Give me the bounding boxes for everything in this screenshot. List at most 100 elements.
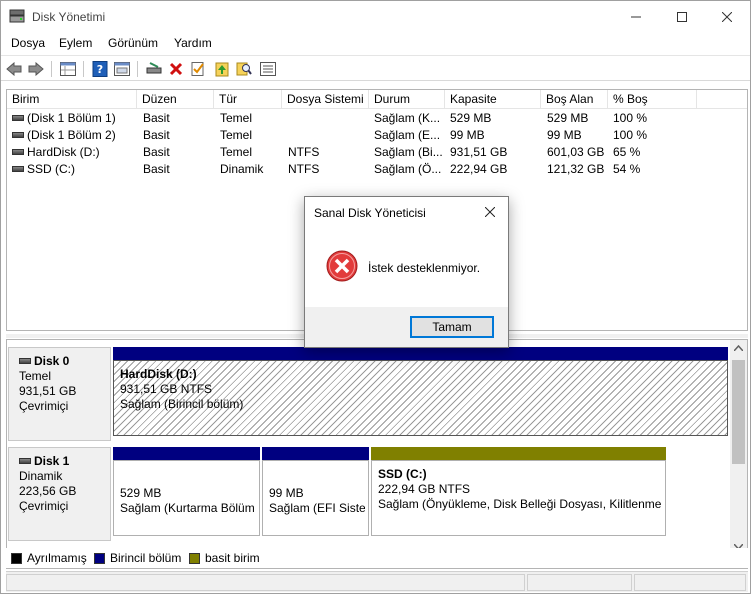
check-button[interactable]	[189, 60, 207, 78]
menu-eylem[interactable]: Eylem	[59, 36, 92, 50]
legend-label: basit birim	[205, 551, 260, 565]
dialog-title: Sanal Disk Yöneticisi	[314, 206, 426, 220]
cell-dosya-sistemi: NTFS	[288, 145, 320, 159]
disk-size: 223,56 GB	[19, 484, 77, 498]
disk-label[interactable]: Disk 0 Temel 931,51 GB Çevrimiçi	[8, 347, 111, 441]
partition-block[interactable]: 529 MB Sağlam (Kurtarma Bölüm	[113, 447, 260, 537]
minimize-icon	[631, 16, 641, 17]
svg-text:?: ?	[97, 63, 103, 76]
toolbar-separator	[83, 61, 84, 77]
vertical-scrollbar[interactable]	[730, 340, 747, 568]
cell-tur: Temel	[220, 145, 253, 159]
scrollbar-thumb[interactable]	[732, 360, 745, 464]
partition-block[interactable]: 99 MB Sağlam (EFI Sister	[262, 447, 369, 537]
disk-management-app-icon	[9, 9, 25, 23]
cell-bos-alan: 99 MB	[547, 128, 582, 142]
cell-birim-text: SSD (C:)	[27, 162, 75, 176]
maximize-button[interactable]	[659, 1, 705, 32]
disk-size: 931,51 GB	[19, 384, 77, 398]
partition-color-bar	[262, 447, 369, 460]
title-bar[interactable]: Disk Yönetimi	[1, 1, 750, 32]
error-icon	[326, 250, 358, 282]
cell-yuzde-bos: 100 %	[613, 128, 648, 142]
help-button[interactable]: ?	[91, 60, 109, 78]
connect-disk-button[interactable]	[145, 60, 163, 78]
maximize-icon	[677, 11, 687, 22]
column-header-birim[interactable]: Birim	[7, 90, 137, 109]
show-pane-button[interactable]	[113, 60, 131, 78]
delete-button[interactable]	[167, 60, 185, 78]
cell-birim: HardDisk (D:)	[12, 144, 137, 161]
forward-button[interactable]	[27, 60, 45, 78]
disk-type: Dinamik	[19, 469, 63, 483]
list-icon	[260, 62, 276, 76]
scroll-up-icon[interactable]	[734, 345, 743, 351]
cell-duzen: Basit	[143, 111, 170, 125]
column-header-duzen[interactable]: Düzen	[137, 90, 214, 109]
cell-kapasite: 99 MB	[450, 128, 485, 142]
search-button[interactable]	[235, 60, 253, 78]
column-header-yuzde-bos[interactable]: % Boş	[608, 90, 697, 109]
disk-name: Disk 0	[34, 354, 70, 368]
cell-bos-alan: 121,32 GB	[547, 162, 605, 176]
partition-title: HardDisk (D:)	[120, 367, 197, 381]
table-row[interactable]: (Disk 1 Bölüm 1) Basit Temel Sağlam (K..…	[7, 110, 747, 127]
close-button[interactable]	[704, 1, 750, 32]
partition-info: 529 MB Sağlam (Kurtarma Bölüm	[117, 483, 256, 532]
dialog-content: Sanal Disk Yöneticisi İstek desteklenmiy…	[305, 197, 508, 307]
partition-size: 222,94 GB NTFS	[378, 482, 471, 496]
status-panel	[6, 574, 525, 591]
cell-birim-text: (Disk 1 Bölüm 1)	[27, 111, 116, 125]
volume-icon	[12, 132, 24, 138]
import-button[interactable]	[213, 60, 231, 78]
table-row[interactable]: SSD (C:) Basit Dinamik NTFS Sağlam (Ö...…	[7, 161, 747, 178]
column-header-kapasite[interactable]: Kapasite	[445, 90, 541, 109]
partition-block[interactable]: SSD (C:) 222,94 GB NTFS Sağlam (Önyüklem…	[371, 447, 666, 537]
legend-swatch	[94, 552, 105, 564]
list-view-button[interactable]	[259, 60, 277, 78]
back-arrow-icon	[6, 62, 22, 76]
menu-gorunum[interactable]: Görünüm	[108, 36, 158, 50]
disk-graphical-pane: Disk 0 Temel 931,51 GB Çevrimiçi HardDis…	[6, 339, 748, 569]
status-panel	[634, 574, 746, 591]
minimize-button[interactable]	[613, 1, 659, 32]
legend-bar: Ayrılmamış Birincil bölüm basit birim	[6, 548, 748, 568]
legend-label: Ayrılmamış	[27, 551, 87, 565]
menu-bar: Dosya Eylem Görünüm Yardım	[1, 33, 750, 53]
disk-type: Temel	[19, 369, 52, 383]
menu-dosya[interactable]: Dosya	[11, 36, 45, 50]
column-header-dosya-sistemi[interactable]: Dosya Sistemi	[282, 90, 369, 109]
column-header-tur[interactable]: Tür	[214, 90, 282, 109]
partition-status: Sağlam (Birincil bölüm)	[120, 397, 244, 411]
back-button[interactable]	[5, 60, 23, 78]
cell-birim-text: HardDisk (D:)	[27, 145, 100, 159]
column-header-bos-alan[interactable]: Boş Alan	[541, 90, 608, 109]
dialog-message: İstek desteklenmiyor.	[368, 261, 481, 275]
close-icon	[722, 11, 732, 22]
cell-bos-alan: 601,03 GB	[547, 145, 605, 159]
properties-button[interactable]	[59, 60, 77, 78]
partition-block[interactable]: HardDisk (D:) 931,51 GB NTFS Sağlam (Bir…	[113, 347, 728, 437]
disk-label[interactable]: Disk 1 Dinamik 223,56 GB Çevrimiçi	[8, 447, 111, 541]
legend-item: Ayrılmamış	[11, 551, 87, 565]
menu-yardim[interactable]: Yardım	[174, 36, 212, 50]
dialog-close-button[interactable]	[478, 201, 502, 223]
error-dialog: Sanal Disk Yöneticisi İstek desteklenmiy…	[304, 196, 509, 348]
partition-body: SSD (C:) 222,94 GB NTFS Sağlam (Önyüklem…	[371, 460, 666, 536]
table-row[interactable]: (Disk 1 Bölüm 2) Basit Temel Sağlam (E..…	[7, 127, 747, 144]
cell-birim: (Disk 1 Bölüm 1)	[12, 110, 137, 127]
legend-swatch	[11, 552, 22, 564]
partition-body: 529 MB Sağlam (Kurtarma Bölüm	[113, 460, 260, 536]
table-row[interactable]: HardDisk (D:) Basit Temel NTFS Sağlam (B…	[7, 144, 747, 161]
check-icon	[191, 62, 204, 76]
partition-size: 99 MB	[269, 486, 304, 500]
partition-status: Sağlam (Önyükleme, Disk Belleği Dosyası,…	[378, 497, 662, 511]
partition-color-bar	[113, 347, 728, 360]
cell-durum: Sağlam (Bi...	[374, 145, 443, 159]
column-header-durum[interactable]: Durum	[369, 90, 445, 109]
partition-body: HardDisk (D:) 931,51 GB NTFS Sağlam (Bir…	[113, 360, 728, 436]
disk-row: Disk 0 Temel 931,51 GB Çevrimiçi HardDis…	[8, 347, 730, 443]
ok-button[interactable]: Tamam	[410, 316, 494, 338]
volume-table-header: Birim Düzen Tür Dosya Sistemi Durum Kapa…	[7, 90, 747, 109]
partition-status: Sağlam (Kurtarma Bölüm	[120, 501, 255, 515]
